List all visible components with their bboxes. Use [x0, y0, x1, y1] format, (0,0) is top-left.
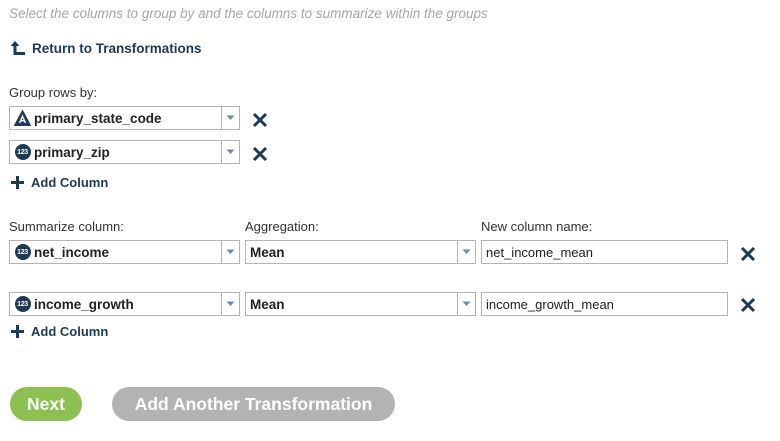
- return-to-transformations-link[interactable]: Return to Transformations: [10, 39, 202, 57]
- instructions-text: Select the columns to group by and the c…: [9, 6, 488, 21]
- plus-icon: [11, 175, 31, 189]
- new-column-name-input[interactable]: [481, 240, 728, 264]
- group-column-select[interactable]: primary_state_code: [9, 106, 240, 130]
- chevron-down-icon[interactable]: [221, 107, 239, 129]
- numeric-type-icon: 123: [14, 296, 31, 313]
- new-column-name-input[interactable]: [481, 292, 728, 316]
- chevron-down-icon[interactable]: [221, 241, 239, 263]
- chevron-down-icon[interactable]: [221, 141, 239, 163]
- plus-icon: [11, 324, 31, 338]
- numeric-type-icon: 123: [14, 144, 31, 161]
- chevron-down-icon[interactable]: [457, 241, 475, 263]
- add-group-column-button[interactable]: Add Column: [11, 174, 108, 190]
- chevron-down-icon[interactable]: [221, 293, 239, 315]
- close-icon: [252, 112, 268, 128]
- group-rows-label: Group rows by:: [9, 85, 98, 100]
- summarize-column-value: income_growth: [34, 296, 134, 312]
- next-button[interactable]: Next: [10, 387, 82, 421]
- aggregation-value: Mean: [250, 296, 285, 312]
- summarize-column-value: net_income: [34, 244, 110, 260]
- summarize-column-label: Summarize column:: [9, 219, 124, 234]
- group-column-value: primary_zip: [34, 144, 110, 160]
- add-column-label: Add Column: [31, 174, 109, 190]
- summarize-column-select[interactable]: 123 net_income: [9, 240, 240, 264]
- add-summarize-column-button[interactable]: Add Column: [11, 323, 108, 339]
- return-link-label: Return to Transformations: [32, 40, 202, 56]
- aggregation-select[interactable]: Mean: [245, 240, 476, 264]
- remove-summarize-row-button[interactable]: [740, 246, 756, 262]
- group-column-value: primary_state_code: [34, 110, 162, 126]
- add-another-transformation-button[interactable]: Add Another Transformation: [112, 387, 395, 421]
- numeric-type-icon: 123: [14, 244, 31, 261]
- remove-summarize-row-button[interactable]: [740, 297, 756, 313]
- remove-group-column-button[interactable]: [252, 146, 268, 162]
- summarize-column-select[interactable]: 123 income_growth: [9, 292, 240, 316]
- add-column-label: Add Column: [31, 323, 109, 339]
- remove-group-column-button[interactable]: [252, 112, 268, 128]
- string-type-icon: [14, 109, 31, 127]
- close-icon: [740, 297, 756, 313]
- chevron-down-icon[interactable]: [457, 293, 475, 315]
- aggregation-select[interactable]: Mean: [245, 292, 476, 316]
- arrow-up-return-icon: [10, 40, 32, 56]
- new-column-name-label: New column name:: [481, 219, 593, 234]
- aggregation-label: Aggregation:: [245, 219, 319, 234]
- close-icon: [740, 246, 756, 262]
- close-icon: [252, 146, 268, 162]
- group-column-select[interactable]: 123 primary_zip: [9, 140, 240, 164]
- aggregation-value: Mean: [250, 244, 285, 260]
